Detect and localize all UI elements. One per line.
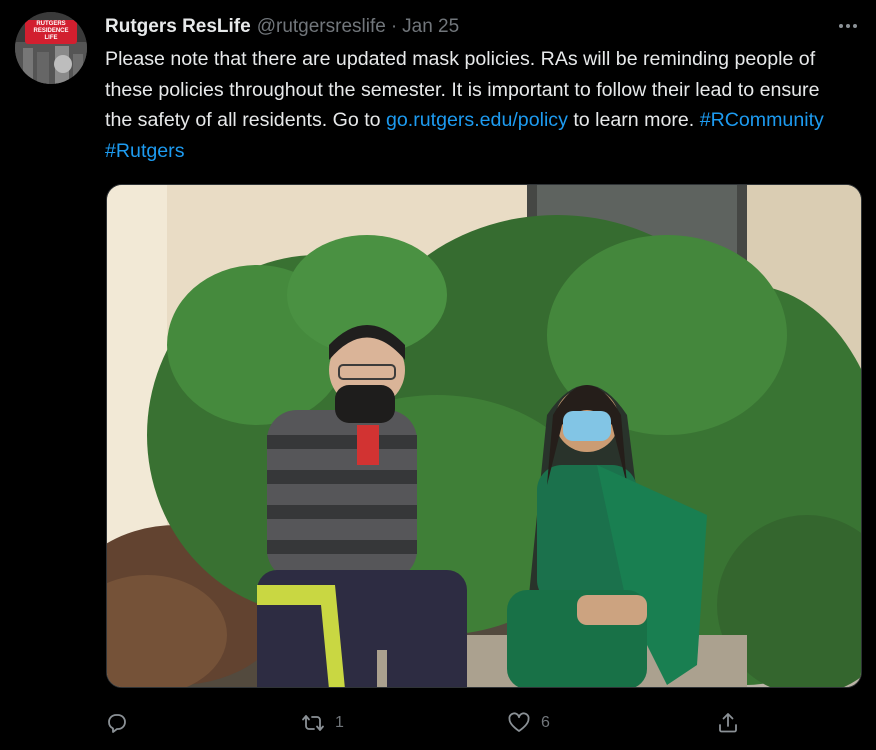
- like-count: 6: [541, 714, 550, 731]
- retweet-count: 1: [335, 714, 344, 731]
- more-horizontal-icon: [839, 24, 857, 28]
- like-button[interactable]: 6: [507, 706, 550, 740]
- hashtag-rutgers[interactable]: #Rutgers: [105, 140, 185, 162]
- tweet-date[interactable]: Jan 25: [402, 16, 459, 38]
- avatar-logo-text: RUTGERS RESIDENCE LIFE: [25, 20, 77, 44]
- reply-icon: [108, 714, 126, 733]
- retweet-button[interactable]: 1: [301, 706, 344, 740]
- reply-button[interactable]: [105, 706, 139, 740]
- header-separator: ·: [390, 16, 398, 37]
- tweet-actions: 1 6: [105, 706, 745, 740]
- tweet-text: Please note that there are updated mask …: [105, 44, 845, 166]
- tweet-body-text-continued: to learn more.: [567, 109, 700, 131]
- heart-icon: [508, 712, 530, 732]
- user-handle[interactable]: @rutgersreslife: [257, 16, 386, 38]
- avatar[interactable]: RUTGERS RESIDENCE LIFE: [15, 12, 87, 84]
- retweet-icon: [302, 715, 324, 731]
- more-options-button[interactable]: [836, 14, 860, 38]
- tweet-header: Rutgers ResLife @rutgersreslife · Jan 25: [105, 14, 856, 40]
- share-icon: [719, 713, 737, 733]
- policy-link[interactable]: go.rutgers.edu/policy: [386, 109, 568, 131]
- tweet-photo[interactable]: [106, 184, 862, 688]
- hashtag-rcommunity[interactable]: #RCommunity: [700, 109, 824, 131]
- share-button[interactable]: [716, 706, 740, 740]
- photo-two-students-masked: [107, 185, 861, 687]
- display-name[interactable]: Rutgers ResLife: [105, 16, 251, 38]
